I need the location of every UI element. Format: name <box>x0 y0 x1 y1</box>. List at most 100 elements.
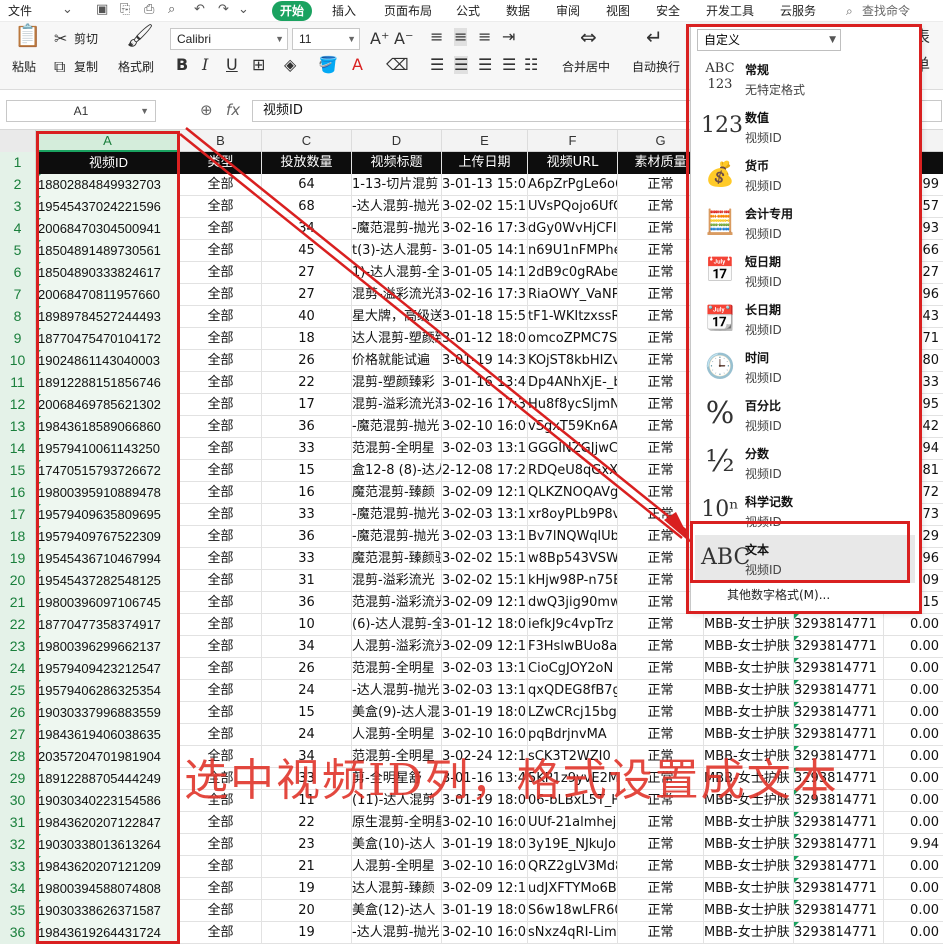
table-cell[interactable]: 26 <box>262 350 352 372</box>
row-header[interactable]: 33 <box>0 856 36 878</box>
table-cell[interactable]: 全部 <box>180 878 262 900</box>
table-cell[interactable]: 3293814771 <box>794 812 884 834</box>
table-cell[interactable]: 36 <box>262 526 352 548</box>
row-header[interactable]: 35 <box>0 900 36 922</box>
row-header[interactable]: 12 <box>0 394 36 416</box>
table-cell[interactable]: -魔范混剪-抛光 <box>352 526 442 548</box>
row-header[interactable]: 10 <box>0 350 36 372</box>
table-cell[interactable]: w8Bp543VSWI <box>528 548 618 570</box>
format-painter-icon[interactable]: 🖌 <box>126 26 154 48</box>
table-cell[interactable]: 全部 <box>180 548 262 570</box>
table-cell[interactable]: 19579406286325354 <box>36 680 180 702</box>
table-cell[interactable]: 20068470304500941 <box>36 218 180 240</box>
paste-icon[interactable]: 📋 <box>14 26 41 48</box>
table-cell[interactable]: 正常 <box>618 658 704 680</box>
table-cell[interactable]: 18989784527244493 <box>36 306 180 328</box>
table-cell[interactable]: sNxz4qRI-Lim <box>528 922 618 944</box>
font-color-icon[interactable]: A <box>352 56 363 74</box>
row-header[interactable]: 11 <box>0 372 36 394</box>
table-cell[interactable]: 正常 <box>618 614 704 636</box>
table-cell[interactable]: 34 <box>262 636 352 658</box>
paste-button[interactable]: 粘贴 <box>12 60 36 74</box>
table-cell[interactable]: 3-02-03 13:1 <box>442 438 528 460</box>
table-cell[interactable]: 20068470811957660 <box>36 284 180 306</box>
align-top-icon[interactable]: ≡ <box>430 28 443 46</box>
table-cell[interactable]: 正常 <box>618 878 704 900</box>
wrap-text-icon[interactable]: ↵ <box>646 27 663 47</box>
copy-icon[interactable]: ⧉ <box>54 58 65 76</box>
row-header[interactable]: 22 <box>0 614 36 636</box>
table-cell[interactable]: QLKZNOQAVg <box>528 482 618 504</box>
table-cell[interactable]: 全部 <box>180 922 262 944</box>
table-cell[interactable]: 0.00 <box>884 790 943 812</box>
table-cell[interactable]: 3-01-16 13:40 <box>442 372 528 394</box>
font-size-select[interactable]: 11 ▼ <box>292 28 360 50</box>
table-cell[interactable]: 视频URL <box>528 152 618 174</box>
table-cell[interactable]: MBB-女士护肤 <box>704 900 794 922</box>
table-cell[interactable]: 19579409767522309 <box>36 526 180 548</box>
table-cell[interactable]: 21 <box>262 856 352 878</box>
table-cell[interactable]: 3-02-09 12:1 <box>442 592 528 614</box>
table-cell[interactable]: 达人混剪-臻颜 <box>352 878 442 900</box>
table-cell[interactable]: 全部 <box>180 460 262 482</box>
table-cell[interactable]: qxQDEG8fB7g <box>528 680 618 702</box>
table-cell[interactable]: 3293814771 <box>794 702 884 724</box>
table-cell[interactable]: 正常 <box>618 724 704 746</box>
italic-icon[interactable]: I <box>202 56 208 74</box>
table-cell[interactable]: GGGINZGJjwC <box>528 438 618 460</box>
table-cell[interactable]: 27 <box>262 284 352 306</box>
column-header-c[interactable]: C <box>262 130 352 152</box>
table-cell[interactable]: 3-02-10 16:09 <box>442 416 528 438</box>
table-cell[interactable]: 27 <box>262 262 352 284</box>
table-cell[interactable]: UVsPQojo6UfC <box>528 196 618 218</box>
table-cell[interactable]: 2dB9c0gRAbe <box>528 262 618 284</box>
table-cell[interactable]: 9.94 <box>884 834 943 856</box>
format-option[interactable]: 📆 长日期 视频ID <box>695 295 915 343</box>
table-cell[interactable]: 36 <box>262 416 352 438</box>
table-cell[interactable]: 3-01-05 14:19 <box>442 262 528 284</box>
table-cell[interactable]: -魔范混剪-抛光 <box>352 504 442 526</box>
table-cell[interactable]: 全部 <box>180 614 262 636</box>
export-icon[interactable]: ⎘ <box>120 2 130 18</box>
table-cell[interactable]: 3-01-19 18:0 <box>442 702 528 724</box>
table-cell[interactable]: pqBdrjnvMA <box>528 724 618 746</box>
caret-down-icon[interactable]: ⌄ <box>62 2 73 18</box>
table-cell[interactable]: 22 <box>262 372 352 394</box>
row-header[interactable]: 21 <box>0 592 36 614</box>
table-cell[interactable]: 全部 <box>180 592 262 614</box>
table-cell[interactable]: 范混剪-全明星 <box>352 658 442 680</box>
table-cell[interactable]: 3-02-03 13:1 <box>442 526 528 548</box>
search-command[interactable]: 查找命令 <box>862 1 910 21</box>
table-cell[interactable]: 人混剪-溢彩流光 <box>352 636 442 658</box>
redo-icon[interactable]: ↷ <box>218 2 229 18</box>
align-bottom-icon[interactable]: ≡ <box>478 28 491 46</box>
tab-formulas[interactable]: 公式 <box>456 1 480 21</box>
table-cell[interactable]: 正常 <box>618 636 704 658</box>
table-cell[interactable]: -魔范混剪-抛光 <box>352 218 442 240</box>
table-cell[interactable]: 类型 <box>180 152 262 174</box>
indent-icon[interactable]: ⇥ <box>502 28 515 46</box>
tab-review[interactable]: 审阅 <box>556 1 580 21</box>
row-header[interactable]: 15 <box>0 460 36 482</box>
table-cell[interactable]: 上传日期 <box>442 152 528 174</box>
table-cell[interactable]: 2-12-08 17:20 <box>442 460 528 482</box>
table-cell[interactable]: 19800394588074808 <box>36 878 180 900</box>
table-cell[interactable]: 3-02-09 12:1 <box>442 636 528 658</box>
table-cell[interactable]: 20068469785621302 <box>36 394 180 416</box>
row-header[interactable]: 29 <box>0 768 36 790</box>
table-cell[interactable]: 范混剪-全明星 <box>352 438 442 460</box>
more-icon[interactable]: ⌄ <box>238 2 249 18</box>
format-option[interactable]: % 百分比 视频ID <box>695 391 915 439</box>
table-cell[interactable]: 10 <box>262 614 352 636</box>
row-header[interactable]: 14 <box>0 438 36 460</box>
column-header-d[interactable]: D <box>352 130 442 152</box>
border-icon[interactable]: ⊞ <box>252 56 265 74</box>
table-cell[interactable]: 3-02-02 15:1 <box>442 196 528 218</box>
table-cell[interactable]: 68 <box>262 196 352 218</box>
table-cell[interactable]: 19030338013613264 <box>36 834 180 856</box>
table-cell[interactable]: 19800396097106745 <box>36 592 180 614</box>
table-cell[interactable]: 33 <box>262 548 352 570</box>
table-cell[interactable]: 20 <box>262 900 352 922</box>
row-header[interactable]: 9 <box>0 328 36 350</box>
table-cell[interactable]: 18802884849932703 <box>36 174 180 196</box>
